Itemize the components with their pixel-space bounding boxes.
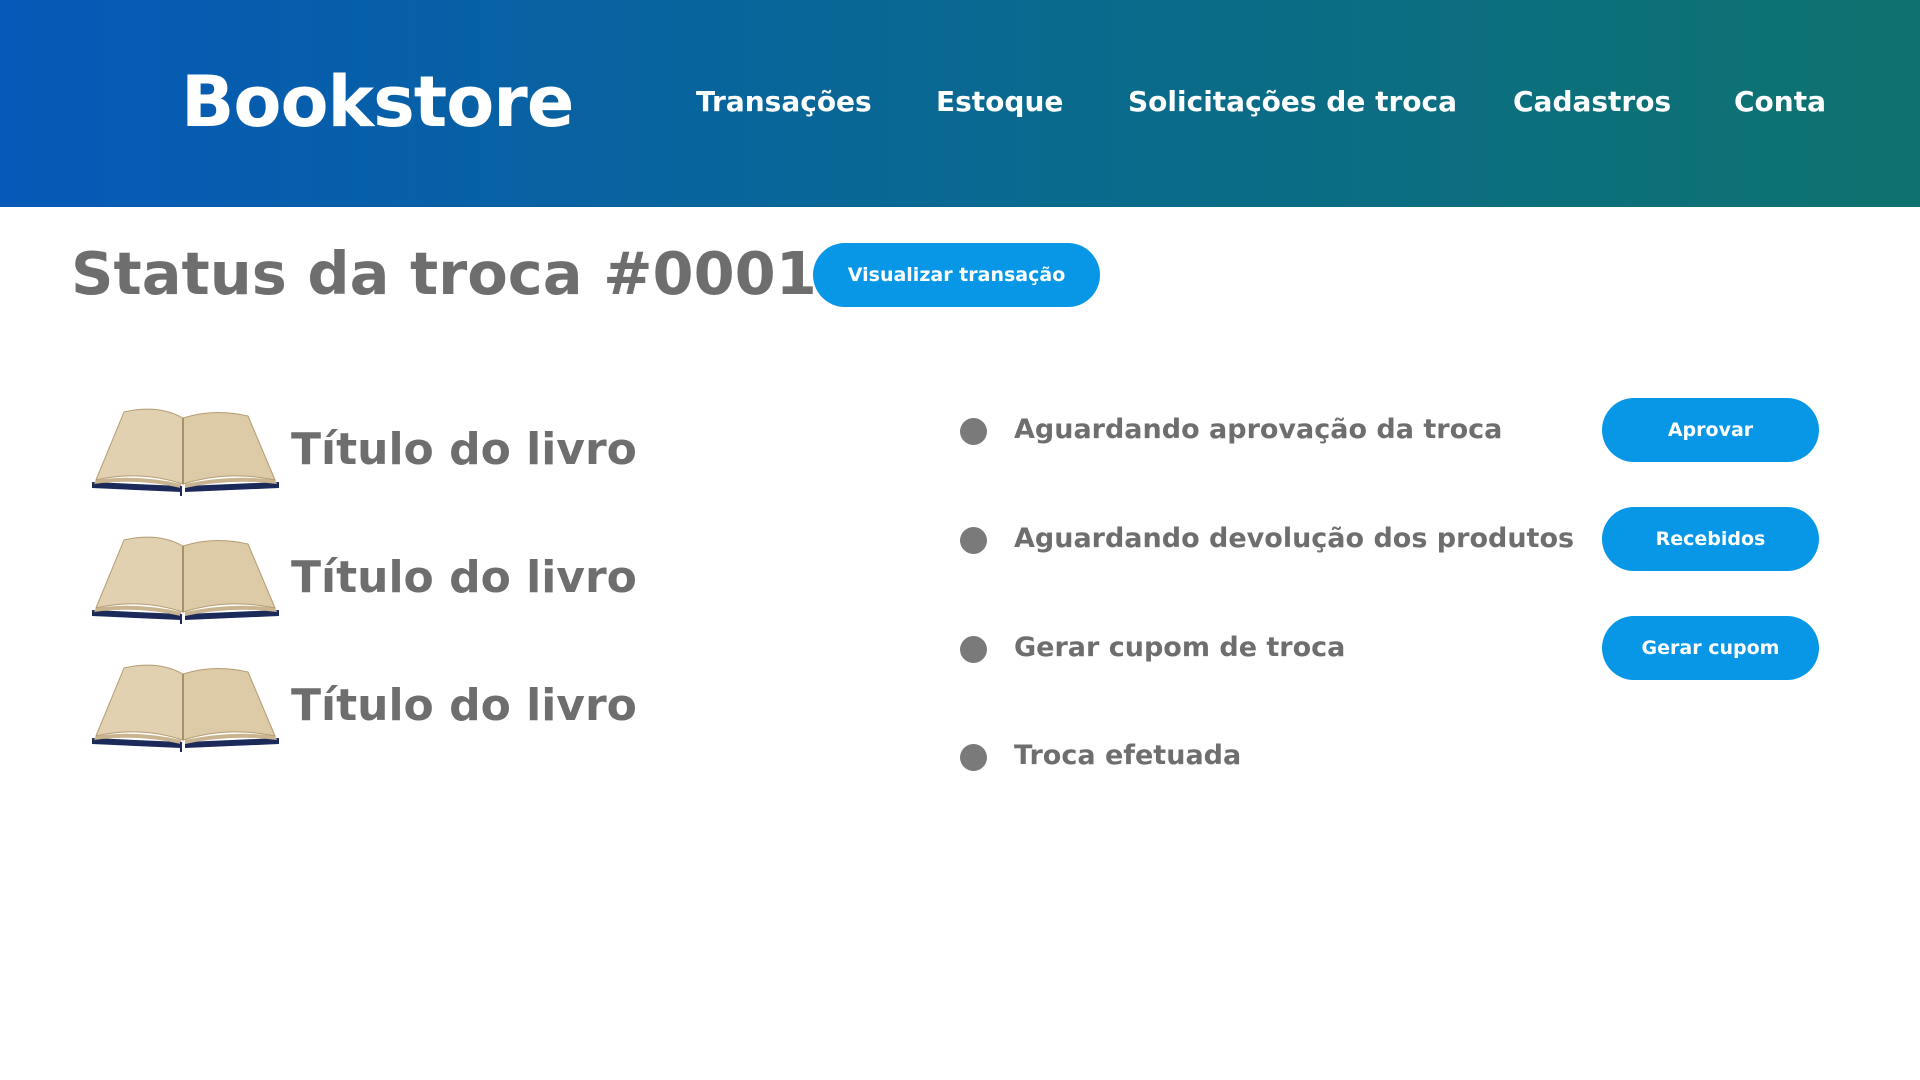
book-title: Título do livro	[291, 552, 637, 603]
book-item: Título do livro	[88, 660, 688, 760]
page-title: Status da troca #0001	[71, 239, 817, 308]
status-dot-icon	[960, 744, 987, 771]
bookstore-logo[interactable]: Bookstore	[181, 54, 574, 150]
status-label: Aguardando devolução dos produtos	[1014, 523, 1575, 554]
view-transaction-button[interactable]: Visualizar transação	[813, 243, 1100, 307]
open-book-icon	[92, 664, 279, 752]
generate-coupon-button[interactable]: Gerar cupom	[1602, 616, 1819, 680]
nav-estoque[interactable]: Estoque	[936, 80, 1063, 124]
book-title: Título do livro	[291, 680, 637, 731]
open-book-icon	[92, 536, 279, 624]
nav-transacoes[interactable]: Transações	[696, 80, 872, 124]
status-step-approval: Aguardando aprovação da troca Aprovar	[958, 398, 1838, 462]
status-dot-icon	[960, 636, 987, 663]
status-label: Troca efetuada	[1014, 740, 1242, 771]
book-title: Título do livro	[291, 424, 637, 475]
status-dot-icon	[960, 527, 987, 554]
nav-cadastros[interactable]: Cadastros	[1513, 80, 1671, 124]
open-book-icon	[92, 408, 279, 496]
status-dot-icon	[960, 418, 987, 445]
status-step-return: Aguardando devolução dos produtos Recebi…	[958, 507, 1838, 571]
status-label: Gerar cupom de troca	[1014, 632, 1346, 663]
nav-conta[interactable]: Conta	[1734, 80, 1826, 124]
book-item: Título do livro	[88, 532, 688, 632]
top-header: Bookstore Transações Estoque Solicitaçõe…	[0, 0, 1920, 207]
status-step-coupon: Gerar cupom de troca Gerar cupom	[958, 616, 1838, 680]
nav-solicitacoes-de-troca[interactable]: Solicitações de troca	[1128, 80, 1457, 124]
received-button[interactable]: Recebidos	[1602, 507, 1819, 571]
status-step-completed: Troca efetuada	[958, 724, 1838, 788]
status-label: Aguardando aprovação da troca	[1014, 414, 1503, 445]
book-item: Título do livro	[88, 404, 688, 504]
approve-button[interactable]: Aprovar	[1602, 398, 1819, 462]
